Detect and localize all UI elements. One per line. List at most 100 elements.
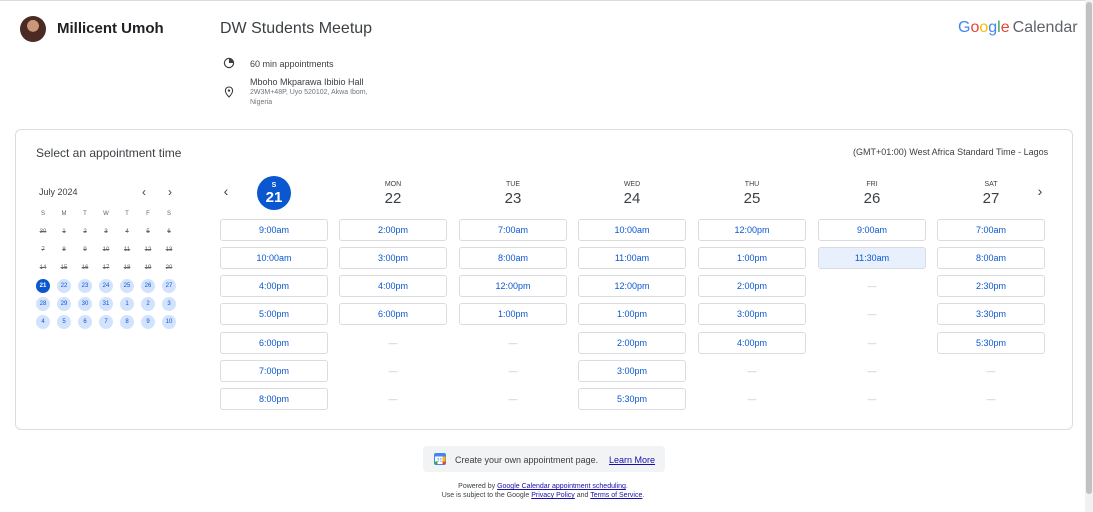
time-slot-button[interactable]: 7:00am <box>459 219 567 241</box>
mini-calendar-day[interactable]: 9 <box>141 315 155 329</box>
mini-calendar-day[interactable]: 1 <box>120 297 134 311</box>
selected-day[interactable]: S 21 <box>257 176 291 210</box>
mini-calendar-day[interactable]: 5 <box>57 315 71 329</box>
time-slot-button[interactable]: 7:00am <box>937 219 1045 241</box>
empty-slot: — <box>508 338 518 348</box>
mini-calendar-day[interactable]: 31 <box>99 297 113 311</box>
day-of-week: SAT <box>984 181 998 188</box>
mini-calendar-next-button[interactable]: › <box>164 185 176 199</box>
time-slot-button[interactable]: 4:00pm <box>339 275 447 297</box>
empty-slot: — <box>867 338 877 348</box>
learn-more-link[interactable]: Learn More <box>609 455 655 465</box>
time-slot-button[interactable]: 1:00pm <box>578 303 686 325</box>
page-scrollbar[interactable] <box>1085 0 1093 512</box>
scrollbar-thumb[interactable] <box>1086 2 1092 494</box>
day-number[interactable]: 23 <box>459 190 567 207</box>
mini-calendar-day[interactable]: 7 <box>99 315 113 329</box>
mini-calendar-day[interactable]: 6 <box>78 315 92 329</box>
privacy-policy-link[interactable]: Privacy Policy <box>531 492 575 499</box>
mini-calendar-day[interactable]: 22 <box>57 279 71 293</box>
time-slot-button[interactable]: 1:00pm <box>459 303 567 325</box>
time-slot-button[interactable]: 10:00am <box>220 247 328 269</box>
time-slot-button[interactable]: 7:00pm <box>220 360 328 382</box>
mini-calendar-day[interactable]: 4 <box>36 315 50 329</box>
time-slot-button[interactable]: 11:00am <box>578 247 686 269</box>
time-slot-button[interactable]: 12:00pm <box>698 219 806 241</box>
day-number[interactable]: 27 <box>937 190 1045 207</box>
time-slot-button[interactable]: 11:30am <box>818 247 926 269</box>
time-slot-button[interactable]: 2:00pm <box>698 275 806 297</box>
empty-slot: — <box>388 338 398 348</box>
mini-calendar-day[interactable]: 27 <box>162 279 176 293</box>
location-name: Mboho Mkparawa Ibibio Hall <box>250 77 364 87</box>
day-of-week: WED <box>623 181 641 188</box>
scheduling-link[interactable]: Google Calendar appointment scheduling <box>497 483 626 490</box>
time-slot-button[interactable]: 3:00pm <box>578 360 686 382</box>
mini-calendar-day[interactable]: 29 <box>57 297 71 311</box>
time-slot-button[interactable]: 5:30pm <box>937 332 1045 354</box>
day-number[interactable]: 26 <box>818 190 926 207</box>
mini-calendar-day[interactable]: 21 <box>36 279 50 293</box>
terms-of-service-link[interactable]: Terms of Service <box>590 492 642 499</box>
time-slot-button[interactable]: 8:00am <box>459 247 567 269</box>
time-slot-button[interactable]: 6:00pm <box>220 332 328 354</box>
day-number[interactable]: 24 <box>578 190 686 207</box>
day-header-0: S 21 <box>220 176 328 210</box>
mini-calendar-weekday: W <box>103 211 109 217</box>
day-header-3: WED 24 <box>578 176 686 207</box>
time-slot-button[interactable]: 8:00pm <box>220 388 328 410</box>
mini-calendar-day: 30 <box>39 229 47 235</box>
day-number[interactable]: 25 <box>698 190 806 207</box>
day-header-4: THU 25 <box>698 176 806 207</box>
time-slot-button[interactable]: 2:00pm <box>578 332 686 354</box>
calendar-wordmark: Calendar <box>1012 19 1078 36</box>
mini-calendar-day: 20 <box>165 265 173 271</box>
mini-calendar-day[interactable]: 26 <box>141 279 155 293</box>
time-slot-button[interactable]: 3:00pm <box>339 247 447 269</box>
mini-calendar-day: 11 <box>123 247 131 253</box>
timezone-selector[interactable]: (GMT+01:00) West Africa Standard Time - … <box>853 147 1048 157</box>
time-slot-button[interactable]: 3:00pm <box>698 303 806 325</box>
time-slot-button[interactable]: 5:30pm <box>578 388 686 410</box>
mini-calendar-day: 6 <box>167 229 171 235</box>
day-header-6: SAT 27 <box>937 176 1045 207</box>
mini-calendar-weekday: S <box>166 211 171 217</box>
time-slot-button[interactable]: 5:00pm <box>220 303 328 325</box>
mini-calendar-day: 14 <box>39 265 47 271</box>
mini-calendar-day[interactable]: 10 <box>162 315 176 329</box>
time-slot-button[interactable]: 6:00pm <box>339 303 447 325</box>
time-slot-button[interactable]: 2:30pm <box>937 275 1045 297</box>
mini-calendar-day[interactable]: 24 <box>99 279 113 293</box>
mini-calendar-month: July 2024 <box>39 187 78 197</box>
time-slot-button[interactable]: 10:00am <box>578 219 686 241</box>
promo-text: Create your own appointment page. <box>455 455 599 465</box>
mini-calendar-day[interactable]: 28 <box>36 297 50 311</box>
day-of-week: TUE <box>506 181 520 188</box>
time-slot-button[interactable]: 2:00pm <box>339 219 447 241</box>
mini-calendar-day[interactable]: 8 <box>120 315 134 329</box>
time-slot-button[interactable]: 1:00pm <box>698 247 806 269</box>
mini-calendar-day[interactable]: 30 <box>78 297 92 311</box>
time-slot-button[interactable]: 12:00pm <box>459 275 567 297</box>
time-slot-button[interactable]: 9:00am <box>818 219 926 241</box>
mini-calendar-day: 19 <box>144 265 152 271</box>
mini-calendar-day[interactable]: 25 <box>120 279 134 293</box>
mini-calendar-day[interactable]: 23 <box>78 279 92 293</box>
empty-slot: — <box>867 394 877 404</box>
time-slot-button[interactable]: 12:00pm <box>578 275 686 297</box>
mini-calendar-day[interactable]: 2 <box>141 297 155 311</box>
empty-slot: — <box>508 366 518 376</box>
mini-calendar-day[interactable]: 3 <box>162 297 176 311</box>
time-slot-button[interactable]: 4:00pm <box>220 275 328 297</box>
powered-by-line: Powered by Google Calendar appointment s… <box>458 483 628 490</box>
time-slot-button[interactable]: 4:00pm <box>698 332 806 354</box>
day-number[interactable]: 22 <box>339 190 447 207</box>
time-slot-button[interactable]: 9:00am <box>220 219 328 241</box>
svg-text:31: 31 <box>437 458 443 464</box>
empty-slot: — <box>986 394 996 404</box>
time-slot-button[interactable]: 8:00am <box>937 247 1045 269</box>
location-pin-icon <box>224 86 234 98</box>
day-header-5: FRI 26 <box>818 176 926 207</box>
time-slot-button[interactable]: 3:30pm <box>937 303 1045 325</box>
mini-calendar-prev-button[interactable]: ‹ <box>138 185 150 199</box>
